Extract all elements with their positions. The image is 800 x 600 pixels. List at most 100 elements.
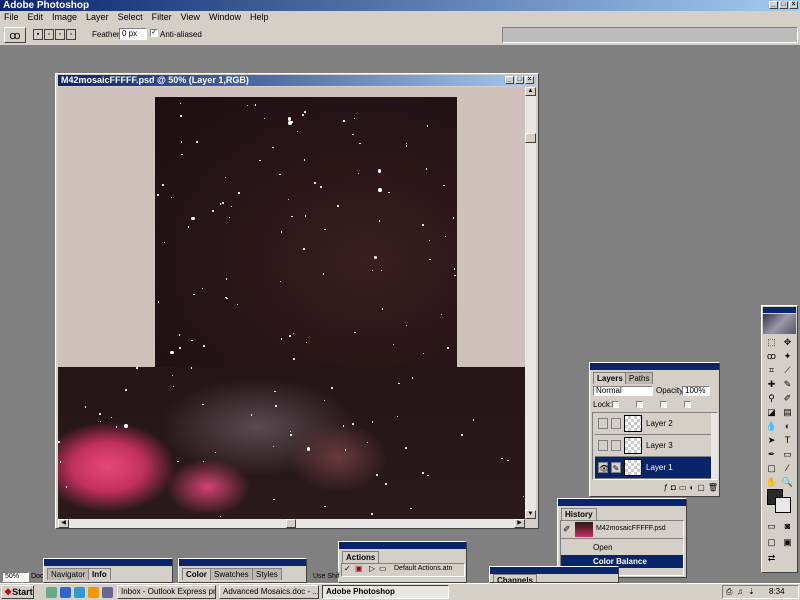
tab-channels[interactable]: Channels	[493, 574, 538, 582]
history-brush-tool-icon[interactable]: ✐	[780, 392, 795, 405]
tab-paths[interactable]: Paths	[625, 372, 654, 384]
tab-actions[interactable]: Actions	[342, 551, 380, 563]
new-selection-icon[interactable]: ▪	[33, 29, 43, 40]
channels-palette-title-bar[interactable]	[490, 567, 618, 574]
snapshot-brush-icon[interactable]: ✐	[563, 524, 571, 535]
notes-tool-icon[interactable]: ▢	[764, 462, 779, 475]
dodge-tool-icon[interactable]: ◐	[780, 420, 795, 433]
menu-window[interactable]: Window	[209, 11, 241, 24]
menu-select[interactable]: Select	[118, 11, 143, 24]
taskbar-button-photoshop[interactable]: Adobe Photoshop	[322, 585, 449, 599]
vertical-scroll-thumb[interactable]	[525, 133, 536, 143]
doc-close-button[interactable]: ×	[525, 76, 534, 84]
layers-palette-title-bar[interactable]	[590, 363, 719, 370]
tab-info[interactable]: Info	[88, 568, 111, 580]
actions-palette-title-bar[interactable]	[339, 542, 466, 549]
path-selection-tool-icon[interactable]: ➤	[764, 434, 779, 447]
palette-well[interactable]	[502, 27, 798, 43]
brush-link-icon[interactable]	[611, 418, 621, 429]
media-player-icon[interactable]	[88, 587, 99, 598]
tab-navigator[interactable]: Navigator	[47, 568, 90, 580]
healing-brush-tool-icon[interactable]: ✚	[764, 378, 779, 391]
horizontal-scroll-thumb[interactable]	[286, 519, 296, 528]
eye-icon[interactable]	[598, 418, 608, 429]
tab-color[interactable]: Color	[182, 568, 211, 580]
menu-file[interactable]: File	[4, 11, 19, 24]
crop-tool-icon[interactable]: ⌗	[764, 364, 779, 377]
brush-link-icon[interactable]	[611, 440, 621, 451]
background-color-swatch[interactable]	[775, 497, 791, 513]
menu-view[interactable]: View	[181, 11, 200, 24]
start-button[interactable]: ❖Start	[1, 585, 34, 599]
screen-mode-standard-icon[interactable]: ▢	[764, 536, 779, 549]
menu-filter[interactable]: Filter	[152, 11, 172, 24]
subtract-selection-icon[interactable]: ▫	[55, 29, 65, 40]
layer-style-icon[interactable]: ƒ	[664, 483, 668, 494]
adjustment-layer-icon[interactable]: ◐	[689, 483, 694, 494]
blur-tool-icon[interactable]: 💧	[764, 420, 779, 433]
photoshop-logo-icon[interactable]	[763, 314, 796, 334]
layer-row-selected[interactable]: 👁 ✎ Layer 1	[595, 457, 712, 479]
magic-wand-tool-icon[interactable]: ✦	[780, 350, 795, 363]
type-tool-icon[interactable]: T	[780, 434, 795, 447]
opacity-input[interactable]: 100%	[682, 386, 710, 396]
history-snapshot[interactable]: ✐ M42mosaicFFFFF.psd	[561, 521, 683, 539]
show-desktop-icon[interactable]	[46, 587, 57, 598]
eye-icon[interactable]: 👁	[598, 462, 609, 473]
doc-minimize-button[interactable]: _	[505, 76, 514, 84]
lock-position-checkbox[interactable]	[660, 401, 667, 408]
menu-help[interactable]: Help	[250, 11, 269, 24]
slice-tool-icon[interactable]: ⟋	[780, 364, 795, 377]
navigator-palette-title-bar[interactable]	[44, 559, 172, 566]
layer-mask-icon[interactable]: ◘	[671, 483, 676, 494]
standard-mode-icon[interactable]: ▭	[764, 520, 779, 533]
layer-row[interactable]: Layer 2	[595, 413, 712, 435]
zoom-field[interactable]: 50%	[2, 572, 29, 582]
tab-styles[interactable]: Styles	[252, 568, 282, 580]
lasso-tool-icon[interactable]: ꝏ	[764, 350, 779, 363]
image-canvas[interactable]	[58, 87, 525, 519]
tab-layers[interactable]: Layers	[593, 372, 627, 384]
brush-tool-icon[interactable]: ✎	[780, 378, 795, 391]
printer-icon[interactable]: ⎙	[726, 586, 732, 598]
lock-transparency-checkbox[interactable]	[612, 401, 619, 408]
zoom-tool-icon[interactable]: 🔍	[780, 476, 795, 489]
marquee-tool-icon[interactable]: ⬚	[764, 336, 779, 349]
menu-edit[interactable]: Edit	[28, 11, 44, 24]
tab-swatches[interactable]: Swatches	[210, 568, 253, 580]
clone-stamp-tool-icon[interactable]: ⚲	[764, 392, 779, 405]
feather-input[interactable]: 0 px	[119, 28, 147, 40]
brush-link-icon[interactable]: ✎	[611, 462, 621, 473]
document-window[interactable]: M42mosaicFFFFF.psd @ 50% (Layer 1,RGB) _…	[55, 73, 539, 529]
shape-tool-icon[interactable]: ▭	[780, 448, 795, 461]
expand-triangle-icon[interactable]: ▷	[369, 564, 375, 573]
minimize-button[interactable]: _	[769, 1, 778, 9]
maximize-button[interactable]: □	[779, 1, 788, 9]
network-icon[interactable]: ⇣	[748, 586, 755, 598]
intersect-selection-icon[interactable]: ▫	[66, 29, 76, 40]
outlook-express-icon[interactable]	[74, 587, 85, 598]
gradient-tool-icon[interactable]: ▤	[780, 406, 795, 419]
anti-aliased-checkbox[interactable]: ✓	[150, 29, 158, 37]
lasso-tool-preset-icon[interactable]: ꝏ	[4, 27, 26, 43]
pen-tool-icon[interactable]: ✒	[764, 448, 779, 461]
add-selection-icon[interactable]: ▫	[44, 29, 54, 40]
hand-tool-icon[interactable]: ✋	[764, 476, 779, 489]
vertical-scrollbar[interactable]: ▲ ▼	[525, 87, 536, 519]
horizontal-scrollbar[interactable]: ◀ ▶	[58, 519, 525, 528]
action-dialog-icon[interactable]: ▣	[355, 564, 363, 573]
color-palette-title-bar[interactable]	[179, 559, 306, 566]
volume-icon[interactable]: ♫	[737, 586, 743, 598]
scroll-up-icon[interactable]: ▲	[525, 87, 536, 96]
scroll-left-icon[interactable]: ◀	[58, 519, 69, 528]
scroll-right-icon[interactable]: ▶	[514, 519, 525, 528]
screen-mode-full-icon[interactable]: ▣	[780, 536, 795, 549]
eraser-tool-icon[interactable]: ◪	[764, 406, 779, 419]
tab-history[interactable]: History	[561, 508, 597, 520]
history-palette-title-bar[interactable]	[558, 499, 686, 506]
taskbar-button-word[interactable]: Advanced Mosaics.doc - ...	[219, 585, 319, 599]
trash-icon[interactable]: 🗑	[708, 483, 718, 494]
layers-scrollbar[interactable]	[711, 413, 718, 479]
internet-explorer-icon[interactable]	[60, 587, 71, 598]
new-layer-icon[interactable]: ▢	[697, 483, 705, 494]
